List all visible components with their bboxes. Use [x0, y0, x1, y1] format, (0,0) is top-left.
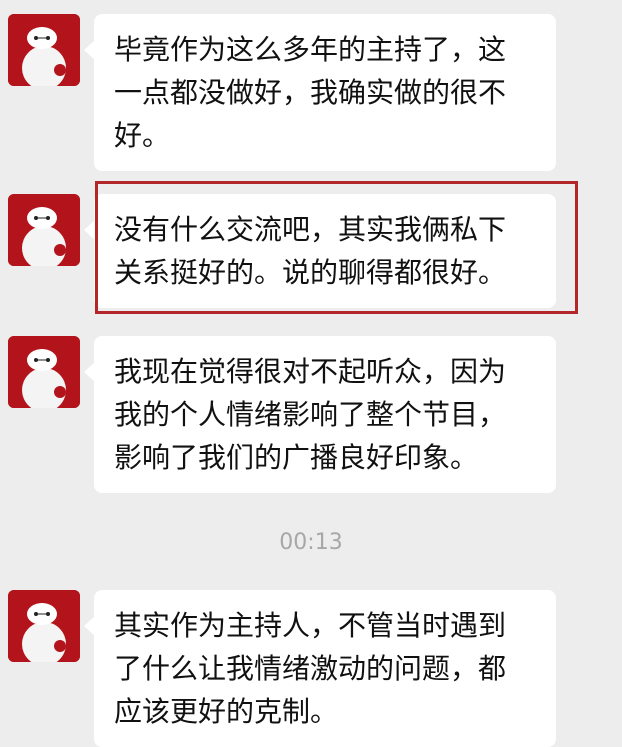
message-text-line: 我现在觉得很对不起听众，因为	[114, 355, 507, 388]
white-robot-avatar-icon	[8, 14, 80, 86]
contact-avatar[interactable]	[8, 14, 80, 86]
message-text-line: 我的个人情绪影响了整个节目，	[114, 398, 507, 431]
contact-avatar[interactable]	[8, 336, 80, 408]
message-timestamp: 00:13	[279, 530, 343, 555]
highlight-annotation-box	[95, 181, 578, 314]
contact-avatar[interactable]	[8, 194, 80, 266]
message-text-line: 其实作为主持人，不管当时遇到	[114, 609, 507, 642]
white-robot-avatar-icon	[8, 590, 80, 662]
message-bubble[interactable]: 我现在觉得很对不起听众，因为 我的个人情绪影响了整个节目， 影响了我们的广播良好…	[84, 336, 556, 493]
message-bubble[interactable]: 毕竟作为这么多年的主持了，这 一点都没做好，我确实做的很不 好。	[84, 14, 556, 171]
message-text-line: 毕竟作为这么多年的主持了，这	[114, 33, 507, 66]
message-text-line: 影响了我们的广播良好印象。	[114, 441, 479, 474]
message-text-line: 一点都没做好，我确实做的很不	[114, 76, 507, 109]
message-bubble[interactable]: 其实作为主持人，不管当时遇到 了什么让我情绪激动的问题，都 应该更好的克制。	[84, 590, 556, 747]
white-robot-avatar-icon	[8, 194, 80, 266]
message-text-line: 了什么让我情绪激动的问题，都	[114, 652, 507, 685]
message-text-line: 好。	[114, 119, 171, 152]
white-robot-avatar-icon	[8, 336, 80, 408]
contact-avatar[interactable]	[8, 590, 80, 662]
message-text-line: 应该更好的克制。	[114, 695, 339, 728]
